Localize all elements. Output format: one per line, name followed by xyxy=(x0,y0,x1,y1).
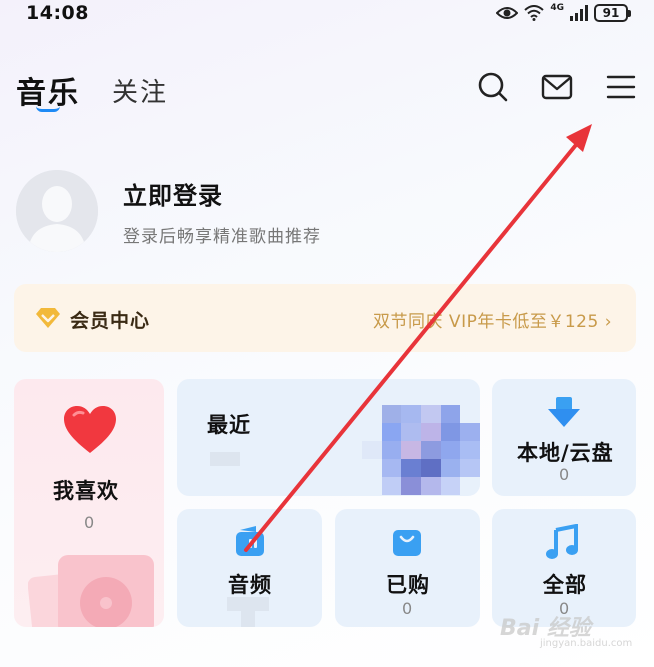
battery-level: 91 xyxy=(602,6,620,20)
recent-album-thumbnail xyxy=(362,405,480,495)
music-note-icon xyxy=(544,523,580,564)
purchased-count: 0 xyxy=(402,599,413,618)
mail-icon[interactable] xyxy=(540,70,574,104)
battery-icon: 91 xyxy=(594,4,631,22)
local-cloud-label: 本地/云盘 xyxy=(517,441,614,465)
eye-icon xyxy=(496,6,519,20)
wifi-icon xyxy=(524,5,545,21)
menu-icon[interactable] xyxy=(604,70,638,104)
purchased-label: 已购 xyxy=(386,573,430,597)
tab-active-indicator xyxy=(36,106,60,112)
vip-center-bar[interactable]: 会员中心 双节同庆 VIP年卡低至￥125 › xyxy=(14,284,636,352)
profile-section[interactable]: 立即登录 登录后畅享精准歌曲推荐 xyxy=(16,170,636,254)
baidu-watermark-url: jingyan.baidu.com xyxy=(540,638,633,649)
favorite-count: 0 xyxy=(84,513,95,532)
status-time: 14:08 xyxy=(26,2,89,24)
favorite-label: 我喜欢 xyxy=(53,479,119,503)
download-icon xyxy=(546,397,582,433)
vip-center-title: 会员中心 xyxy=(70,310,151,332)
audio-card[interactable]: 音频 xyxy=(177,509,322,627)
recent-label: 最近 xyxy=(207,413,251,437)
top-nav: 音乐 关注 xyxy=(0,60,654,120)
login-title[interactable]: 立即登录 xyxy=(123,176,223,211)
all-label: 全部 xyxy=(543,573,587,597)
login-subtitle: 登录后畅享精准歌曲推荐 xyxy=(123,227,321,247)
vip-promo[interactable]: 双节同庆 VIP年卡低至￥125 › xyxy=(373,307,612,332)
status-icons: 4G 91 xyxy=(496,3,631,22)
recent-card[interactable]: 最近 xyxy=(177,379,480,496)
status-bar: 14:08 4G 91 xyxy=(0,0,654,26)
vip-promo-text: 双节同庆 VIP年卡低至￥125 xyxy=(373,312,599,332)
chevron-right-icon: › xyxy=(604,312,612,332)
heart-icon xyxy=(62,405,118,459)
network-type: 4G xyxy=(550,3,564,13)
recent-count-placeholder xyxy=(210,452,240,466)
audio-label: 音频 xyxy=(228,573,272,597)
audio-count-placeholder-2 xyxy=(241,609,255,627)
album-stack-icon xyxy=(27,555,164,627)
signal-icon xyxy=(570,5,588,21)
search-icon[interactable] xyxy=(476,70,510,104)
tab-follow[interactable]: 关注 xyxy=(112,72,168,109)
annotation-arrow-head xyxy=(566,124,592,152)
favorite-card[interactable]: 我喜欢 0 xyxy=(14,379,164,627)
avatar[interactable] xyxy=(16,170,98,252)
local-cloud-count: 0 xyxy=(559,465,570,484)
shopping-bag-icon xyxy=(391,526,423,562)
avatar-placeholder-icon xyxy=(16,170,98,252)
local-cloud-card[interactable]: 本地/云盘 0 xyxy=(492,379,636,496)
purchased-card[interactable]: 已购 0 xyxy=(335,509,480,627)
diamond-icon xyxy=(34,306,62,334)
radio-icon xyxy=(234,526,266,562)
